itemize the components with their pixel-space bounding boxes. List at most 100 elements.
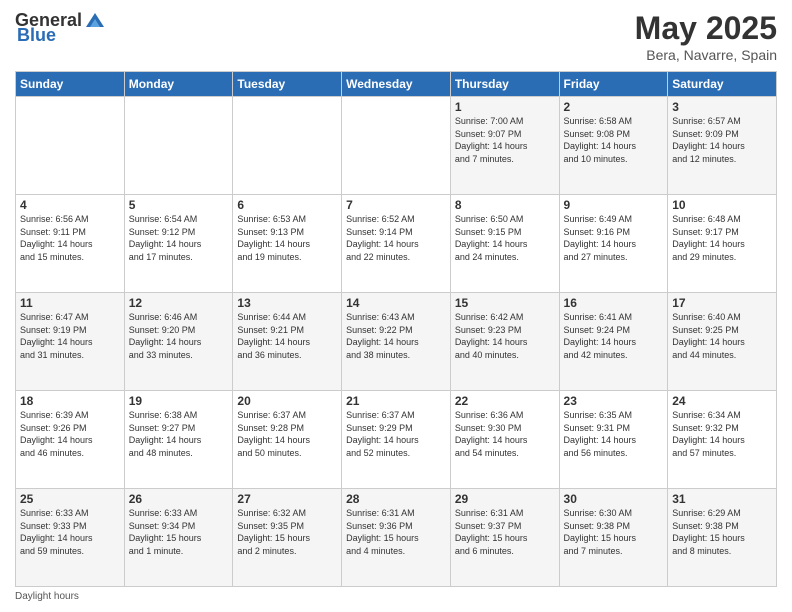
col-header-tuesday: Tuesday (233, 72, 342, 97)
calendar-cell: 1Sunrise: 7:00 AM Sunset: 9:07 PM Daylig… (450, 97, 559, 195)
col-header-wednesday: Wednesday (342, 72, 451, 97)
day-number: 1 (455, 100, 555, 114)
calendar-cell: 14Sunrise: 6:43 AM Sunset: 9:22 PM Dayli… (342, 293, 451, 391)
calendar-cell: 11Sunrise: 6:47 AM Sunset: 9:19 PM Dayli… (16, 293, 125, 391)
day-number: 14 (346, 296, 446, 310)
logo-icon (84, 9, 106, 31)
day-info: Sunrise: 6:35 AM Sunset: 9:31 PM Dayligh… (564, 409, 664, 459)
day-number: 8 (455, 198, 555, 212)
location: Bera, Navarre, Spain (635, 47, 777, 63)
day-number: 31 (672, 492, 772, 506)
calendar-cell (16, 97, 125, 195)
calendar-cell: 23Sunrise: 6:35 AM Sunset: 9:31 PM Dayli… (559, 391, 668, 489)
day-info: Sunrise: 6:31 AM Sunset: 9:36 PM Dayligh… (346, 507, 446, 557)
day-info: Sunrise: 6:52 AM Sunset: 9:14 PM Dayligh… (346, 213, 446, 263)
day-number: 28 (346, 492, 446, 506)
week-row-1: 1Sunrise: 7:00 AM Sunset: 9:07 PM Daylig… (16, 97, 777, 195)
day-number: 7 (346, 198, 446, 212)
day-number: 22 (455, 394, 555, 408)
week-row-5: 25Sunrise: 6:33 AM Sunset: 9:33 PM Dayli… (16, 489, 777, 587)
day-number: 6 (237, 198, 337, 212)
day-number: 18 (20, 394, 120, 408)
calendar-cell: 29Sunrise: 6:31 AM Sunset: 9:37 PM Dayli… (450, 489, 559, 587)
week-row-3: 11Sunrise: 6:47 AM Sunset: 9:19 PM Dayli… (16, 293, 777, 391)
day-info: Sunrise: 6:57 AM Sunset: 9:09 PM Dayligh… (672, 115, 772, 165)
day-number: 20 (237, 394, 337, 408)
calendar-cell: 7Sunrise: 6:52 AM Sunset: 9:14 PM Daylig… (342, 195, 451, 293)
day-number: 2 (564, 100, 664, 114)
week-row-4: 18Sunrise: 6:39 AM Sunset: 9:26 PM Dayli… (16, 391, 777, 489)
day-info: Sunrise: 6:44 AM Sunset: 9:21 PM Dayligh… (237, 311, 337, 361)
calendar-cell: 18Sunrise: 6:39 AM Sunset: 9:26 PM Dayli… (16, 391, 125, 489)
col-header-friday: Friday (559, 72, 668, 97)
day-info: Sunrise: 6:46 AM Sunset: 9:20 PM Dayligh… (129, 311, 229, 361)
day-number: 11 (20, 296, 120, 310)
day-info: Sunrise: 6:56 AM Sunset: 9:11 PM Dayligh… (20, 213, 120, 263)
day-info: Sunrise: 6:43 AM Sunset: 9:22 PM Dayligh… (346, 311, 446, 361)
calendar-cell (124, 97, 233, 195)
day-info: Sunrise: 6:49 AM Sunset: 9:16 PM Dayligh… (564, 213, 664, 263)
day-number: 12 (129, 296, 229, 310)
calendar-cell: 25Sunrise: 6:33 AM Sunset: 9:33 PM Dayli… (16, 489, 125, 587)
calendar-cell: 16Sunrise: 6:41 AM Sunset: 9:24 PM Dayli… (559, 293, 668, 391)
day-info: Sunrise: 7:00 AM Sunset: 9:07 PM Dayligh… (455, 115, 555, 165)
calendar-cell: 19Sunrise: 6:38 AM Sunset: 9:27 PM Dayli… (124, 391, 233, 489)
calendar-cell: 15Sunrise: 6:42 AM Sunset: 9:23 PM Dayli… (450, 293, 559, 391)
calendar-cell: 21Sunrise: 6:37 AM Sunset: 9:29 PM Dayli… (342, 391, 451, 489)
calendar-cell: 10Sunrise: 6:48 AM Sunset: 9:17 PM Dayli… (668, 195, 777, 293)
day-number: 3 (672, 100, 772, 114)
day-info: Sunrise: 6:37 AM Sunset: 9:28 PM Dayligh… (237, 409, 337, 459)
day-number: 21 (346, 394, 446, 408)
calendar-cell: 17Sunrise: 6:40 AM Sunset: 9:25 PM Dayli… (668, 293, 777, 391)
day-number: 15 (455, 296, 555, 310)
logo-text-blue: Blue (17, 25, 56, 46)
day-number: 16 (564, 296, 664, 310)
day-number: 24 (672, 394, 772, 408)
logo: General Blue (15, 10, 106, 46)
calendar-cell (233, 97, 342, 195)
day-info: Sunrise: 6:29 AM Sunset: 9:38 PM Dayligh… (672, 507, 772, 557)
day-info: Sunrise: 6:31 AM Sunset: 9:37 PM Dayligh… (455, 507, 555, 557)
calendar-cell: 5Sunrise: 6:54 AM Sunset: 9:12 PM Daylig… (124, 195, 233, 293)
day-info: Sunrise: 6:50 AM Sunset: 9:15 PM Dayligh… (455, 213, 555, 263)
day-info: Sunrise: 6:30 AM Sunset: 9:38 PM Dayligh… (564, 507, 664, 557)
day-info: Sunrise: 6:40 AM Sunset: 9:25 PM Dayligh… (672, 311, 772, 361)
title-block: May 2025 Bera, Navarre, Spain (635, 10, 777, 63)
day-number: 26 (129, 492, 229, 506)
calendar-cell: 26Sunrise: 6:33 AM Sunset: 9:34 PM Dayli… (124, 489, 233, 587)
day-info: Sunrise: 6:33 AM Sunset: 9:33 PM Dayligh… (20, 507, 120, 557)
day-number: 10 (672, 198, 772, 212)
calendar-header-row: SundayMondayTuesdayWednesdayThursdayFrid… (16, 72, 777, 97)
day-number: 4 (20, 198, 120, 212)
day-number: 13 (237, 296, 337, 310)
calendar-cell: 20Sunrise: 6:37 AM Sunset: 9:28 PM Dayli… (233, 391, 342, 489)
calendar-cell: 27Sunrise: 6:32 AM Sunset: 9:35 PM Dayli… (233, 489, 342, 587)
day-info: Sunrise: 6:41 AM Sunset: 9:24 PM Dayligh… (564, 311, 664, 361)
month-title: May 2025 (635, 10, 777, 47)
day-info: Sunrise: 6:38 AM Sunset: 9:27 PM Dayligh… (129, 409, 229, 459)
day-info: Sunrise: 6:37 AM Sunset: 9:29 PM Dayligh… (346, 409, 446, 459)
calendar-cell: 24Sunrise: 6:34 AM Sunset: 9:32 PM Dayli… (668, 391, 777, 489)
page: General Blue May 2025 Bera, Navarre, Spa… (0, 0, 792, 612)
calendar: SundayMondayTuesdayWednesdayThursdayFrid… (15, 71, 777, 587)
calendar-cell: 2Sunrise: 6:58 AM Sunset: 9:08 PM Daylig… (559, 97, 668, 195)
calendar-cell: 12Sunrise: 6:46 AM Sunset: 9:20 PM Dayli… (124, 293, 233, 391)
calendar-cell: 22Sunrise: 6:36 AM Sunset: 9:30 PM Dayli… (450, 391, 559, 489)
day-number: 25 (20, 492, 120, 506)
day-info: Sunrise: 6:39 AM Sunset: 9:26 PM Dayligh… (20, 409, 120, 459)
calendar-cell: 13Sunrise: 6:44 AM Sunset: 9:21 PM Dayli… (233, 293, 342, 391)
calendar-cell: 30Sunrise: 6:30 AM Sunset: 9:38 PM Dayli… (559, 489, 668, 587)
day-info: Sunrise: 6:36 AM Sunset: 9:30 PM Dayligh… (455, 409, 555, 459)
calendar-cell: 31Sunrise: 6:29 AM Sunset: 9:38 PM Dayli… (668, 489, 777, 587)
day-number: 19 (129, 394, 229, 408)
col-header-saturday: Saturday (668, 72, 777, 97)
day-info: Sunrise: 6:48 AM Sunset: 9:17 PM Dayligh… (672, 213, 772, 263)
day-info: Sunrise: 6:34 AM Sunset: 9:32 PM Dayligh… (672, 409, 772, 459)
day-number: 29 (455, 492, 555, 506)
day-number: 23 (564, 394, 664, 408)
calendar-cell: 4Sunrise: 6:56 AM Sunset: 9:11 PM Daylig… (16, 195, 125, 293)
day-number: 17 (672, 296, 772, 310)
day-number: 27 (237, 492, 337, 506)
calendar-cell: 6Sunrise: 6:53 AM Sunset: 9:13 PM Daylig… (233, 195, 342, 293)
calendar-cell: 8Sunrise: 6:50 AM Sunset: 9:15 PM Daylig… (450, 195, 559, 293)
